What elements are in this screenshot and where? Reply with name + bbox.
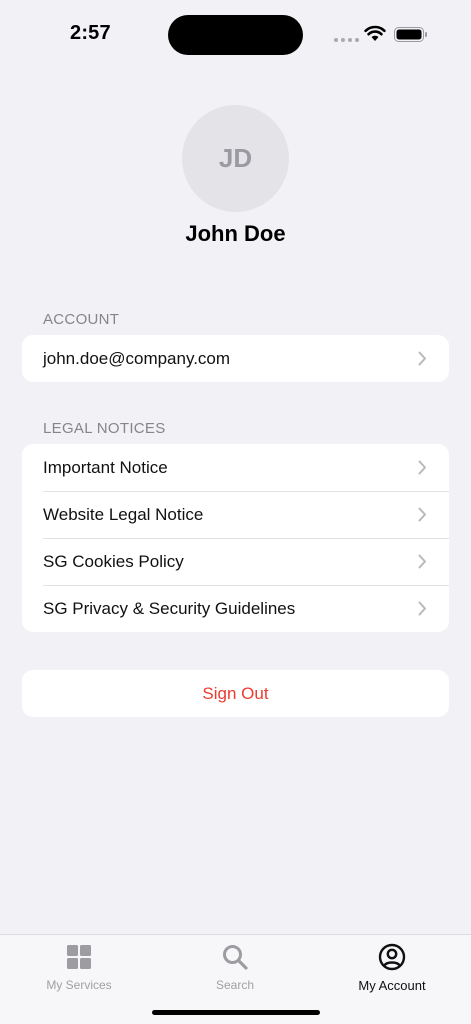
legal-group: Important Notice Website Legal Notice SG…	[22, 444, 449, 632]
dynamic-island	[168, 15, 303, 55]
status-time: 2:57	[70, 22, 111, 44]
chevron-right-icon	[418, 460, 426, 475]
privacy-security-guidelines-row[interactable]: SG Privacy & Security Guidelines	[22, 585, 449, 632]
home-indicator[interactable]	[152, 1010, 320, 1015]
wifi-icon	[364, 25, 386, 41]
tab-label: My Account	[358, 978, 426, 993]
account-section-header: ACCOUNT	[43, 311, 120, 328]
battery-icon	[394, 27, 427, 42]
account-email: john.doe@company.com	[43, 348, 231, 368]
account-email-row[interactable]: john.doe@company.com	[22, 335, 449, 382]
avatar: JD	[182, 105, 289, 212]
sign-out-button[interactable]: Sign Out	[22, 670, 449, 717]
row-label: Important Notice	[43, 457, 168, 477]
account-group: john.doe@company.com	[22, 335, 449, 382]
chevron-right-icon	[418, 554, 426, 569]
chevron-right-icon	[418, 507, 426, 522]
row-label: SG Privacy & Security Guidelines	[43, 598, 296, 618]
account-screen: 2:57 JD John Doe ACCOUNT john.doe@compan…	[0, 0, 471, 1024]
search-icon	[223, 945, 248, 970]
website-legal-notice-row[interactable]: Website Legal Notice	[22, 491, 449, 538]
chevron-right-icon	[418, 351, 426, 366]
profile-name: John Doe	[185, 221, 286, 246]
status-bar: 2:57	[0, 0, 471, 62]
row-label: SG Cookies Policy	[43, 551, 184, 571]
tab-my-services[interactable]: My Services	[19, 943, 139, 992]
legal-section-header: LEGAL NOTICES	[43, 420, 166, 437]
chevron-right-icon	[418, 601, 426, 616]
cellular-signal-icon	[334, 38, 359, 42]
row-label: Website Legal Notice	[43, 504, 204, 524]
tab-my-account[interactable]: My Account	[332, 943, 452, 993]
important-notice-row[interactable]: Important Notice	[22, 444, 449, 491]
grid-icon	[67, 945, 91, 969]
cookies-policy-row[interactable]: SG Cookies Policy	[22, 538, 449, 585]
tab-search[interactable]: Search	[175, 943, 295, 992]
account-circle-icon	[378, 943, 406, 971]
tab-label: Search	[215, 978, 255, 992]
tab-label: My Services	[46, 978, 112, 992]
